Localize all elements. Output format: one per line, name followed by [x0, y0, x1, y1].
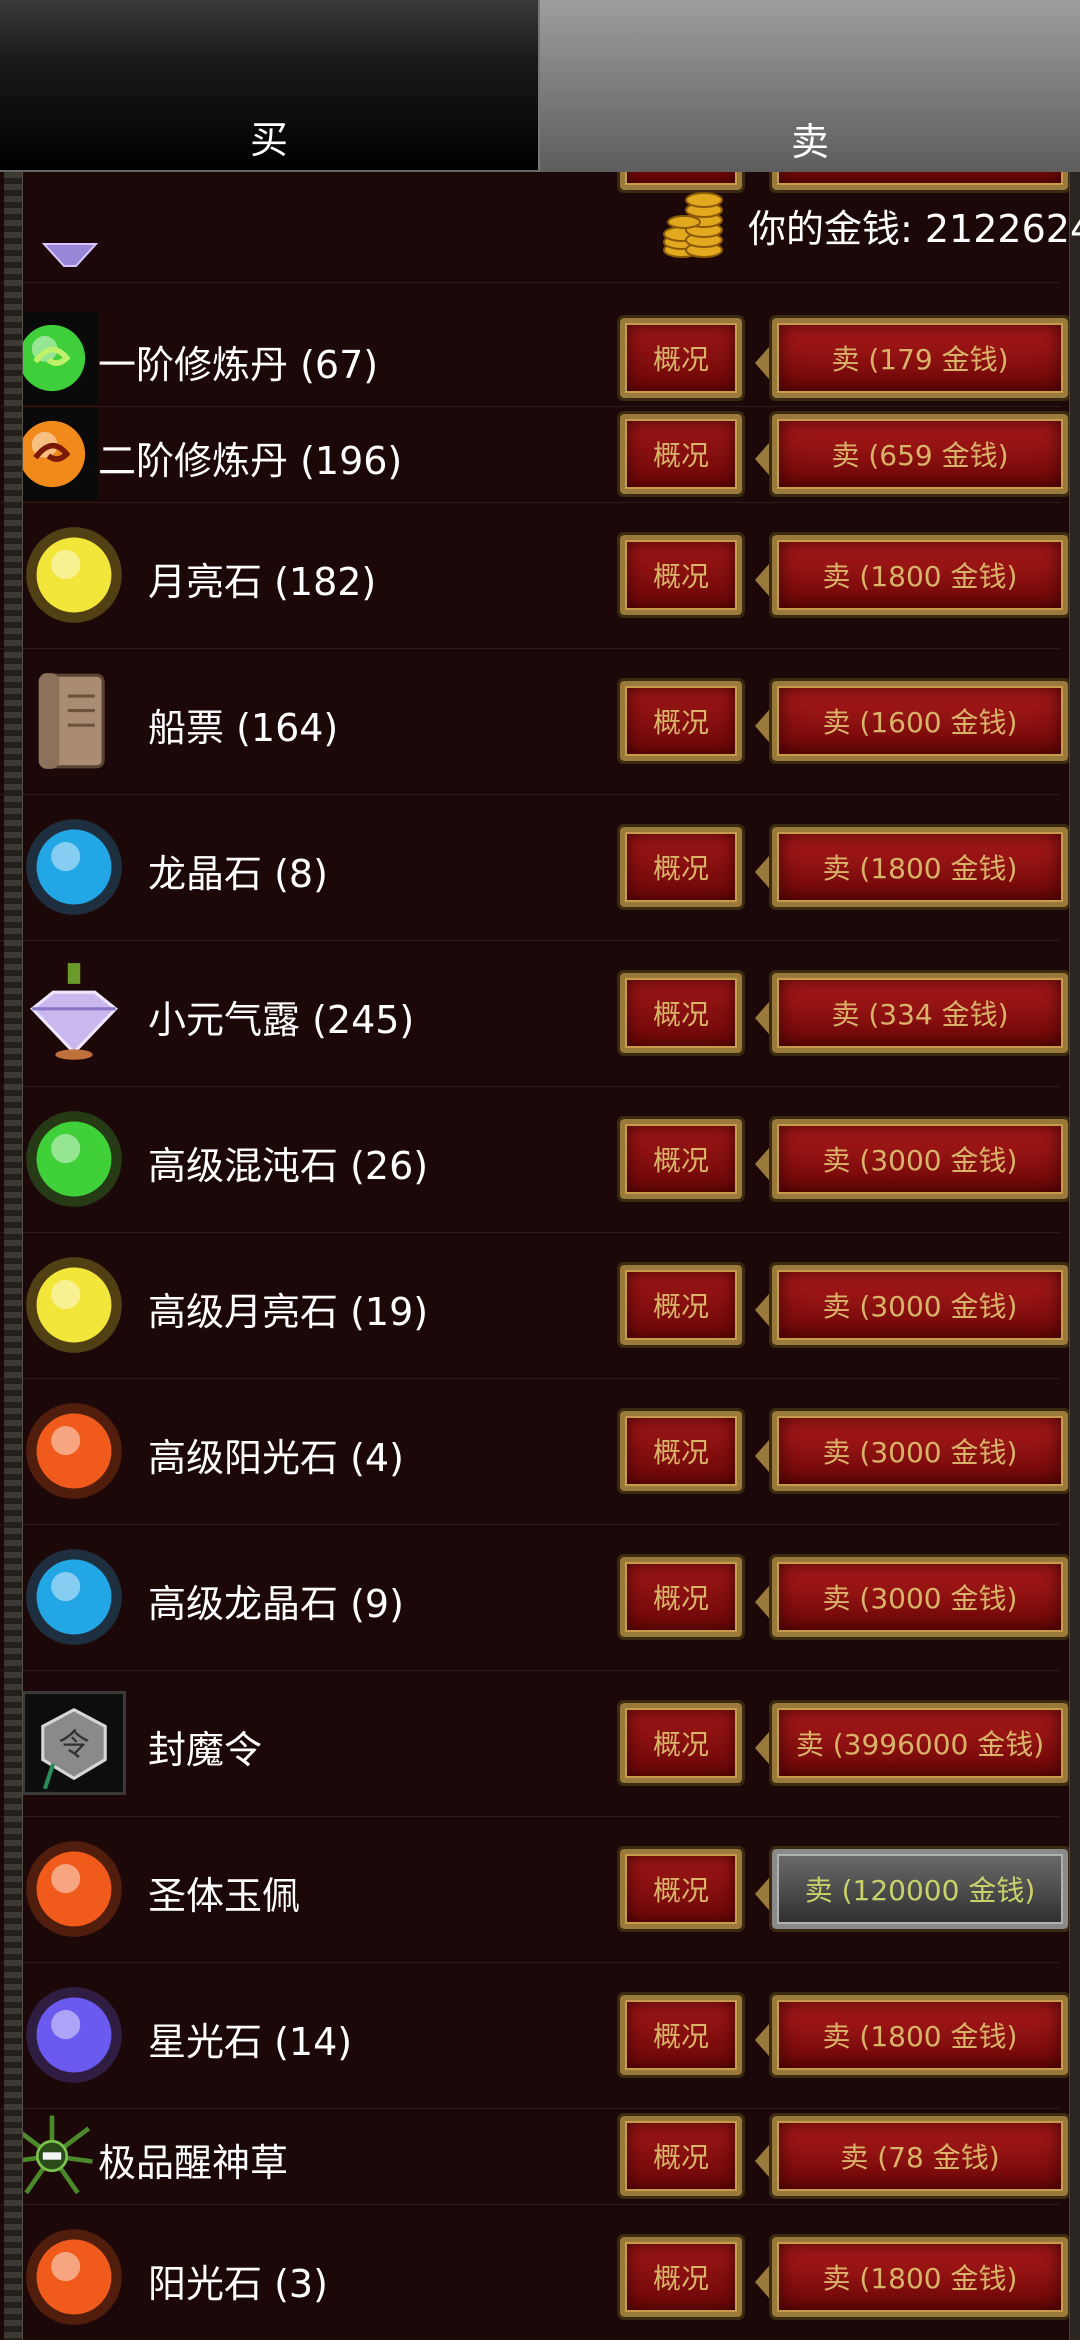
info-button[interactable]: 概况: [617, 1700, 745, 1786]
item-name: 船票 (164): [148, 706, 339, 750]
list-item: 高级月亮石 (19) 概况卖 (3000 金钱): [0, 1232, 1080, 1379]
info-button[interactable]: 概况: [617, 1846, 745, 1932]
sell-button[interactable]: 卖 (1800 金钱): [755, 824, 1080, 910]
list-item: 星光石 (14) 概况卖 (1800 金钱): [0, 1962, 1080, 2109]
tab-buy-label: 买: [249, 118, 288, 162]
info-button[interactable]: 概况: [617, 2234, 745, 2320]
chaos-stone-icon: [26, 1111, 122, 1207]
item-name: 月亮石 (182): [148, 560, 377, 604]
item-name: 圣体玉佩: [148, 1874, 301, 1918]
sunstone-icon: [26, 1403, 122, 1499]
tab-sell-label: 卖: [790, 120, 829, 164]
list-item: 高级阳光石 (4) 概况卖 (3000 金钱): [0, 1378, 1080, 1525]
sell-button[interactable]: 卖 (1600 金钱): [755, 678, 1080, 764]
jade-pendant-icon: [26, 1841, 122, 1937]
sell-button[interactable]: 卖 (179 金钱): [755, 315, 1080, 401]
tab-bar: 买 卖: [0, 0, 1080, 172]
sell-button[interactable]: 卖 (1800 金钱): [755, 532, 1080, 618]
sell-button[interactable]: 卖 (334 金钱): [755, 970, 1080, 1056]
item-name: 极品醒神草: [98, 2141, 289, 2185]
info-button[interactable]: 概况: [617, 1408, 745, 1494]
item-name: 高级混沌石 (26): [148, 1144, 429, 1188]
list-item: 小元气露 (245) 概况卖 (334 金钱): [0, 940, 1080, 1087]
list-item: 高级混沌石 (26) 概况卖 (3000 金钱): [0, 1086, 1080, 1233]
money-amount: 你的金钱: 2122624: [748, 207, 1080, 251]
item-list[interactable]: 一阶修炼丹 (67) 概况卖 (179 金钱) 二阶修炼丹 (196) 概况卖 (6…: [0, 172, 1080, 2340]
list-item: 阳光石 (3) 概况卖 (1800 金钱): [0, 2204, 1080, 2340]
info-button[interactable]: 概况: [617, 678, 745, 764]
item-name: 阳光石 (3): [148, 2262, 328, 2306]
info-button[interactable]: 概况: [617, 2113, 745, 2199]
sell-button[interactable]: 卖 (1800 金钱): [755, 2234, 1080, 2320]
list-item: 船票 (164) 概况卖 (1600 金钱): [0, 648, 1080, 795]
info-button[interactable]: 概况: [617, 970, 745, 1056]
left-frame: [4, 172, 23, 2340]
info-button[interactable]: 概况: [617, 1992, 745, 2078]
info-button[interactable]: 概况: [617, 824, 745, 910]
sunstone-icon: [26, 2229, 122, 2325]
item-name: 星光石 (14): [148, 2020, 353, 2064]
list-item: 一阶修炼丹 (67) 概况卖 (179 金钱): [0, 310, 1080, 407]
item-name: 二阶修炼丹 (196): [98, 439, 403, 483]
info-button[interactable]: 概况: [617, 411, 745, 497]
info-button[interactable]: 概况: [617, 532, 745, 618]
item-name: 一阶修炼丹 (67): [98, 343, 379, 387]
list-item: 二阶修炼丹 (196) 概况卖 (659 金钱): [0, 406, 1080, 503]
sell-button[interactable]: 卖 (3000 金钱): [755, 1554, 1080, 1640]
list-item: 圣体玉佩 概况卖 (120000 金钱): [0, 1816, 1080, 1963]
item-name: 高级阳光石 (4): [148, 1436, 404, 1480]
dragon-crystal-icon: [26, 1549, 122, 1645]
sell-button[interactable]: 卖 (3996000 金钱): [755, 1700, 1080, 1786]
sell-button[interactable]: 卖 (3000 金钱): [755, 1116, 1080, 1202]
sell-button[interactable]: 卖 (78 金钱): [755, 2113, 1080, 2199]
item-name: 高级月亮石 (19): [148, 1290, 429, 1334]
info-button[interactable]: 概况: [617, 1116, 745, 1202]
sell-button[interactable]: 卖 (3000 金钱): [755, 1262, 1080, 1348]
moonstone-icon: [26, 1257, 122, 1353]
item-name: 小元气露 (245): [148, 998, 415, 1042]
sell-button[interactable]: 卖 (659 金钱): [755, 411, 1080, 497]
sell-button[interactable]: 卖 (3000 金钱): [755, 1408, 1080, 1494]
money-display: 你的金钱: 2122624: [0, 172, 1080, 282]
list-item: 高级龙晶石 (9) 概况卖 (3000 金钱): [0, 1524, 1080, 1671]
list-item: 令 封魔令 概况卖 (3996000 金钱): [0, 1670, 1080, 1817]
item-name: 高级龙晶石 (9): [148, 1582, 404, 1626]
seal-token-icon: 令: [22, 1691, 126, 1795]
dragon-crystal-icon: [26, 819, 122, 915]
gold-coins-icon: [663, 192, 723, 258]
scroll-ticket-icon: [38, 673, 105, 769]
list-item: 龙晶石 (8) 概况卖 (1800 金钱): [0, 794, 1080, 941]
diamond-potion-icon: [30, 963, 118, 1060]
starlight-stone-icon: [26, 1987, 122, 2083]
item-name: 封魔令: [148, 1728, 263, 1772]
sell-button[interactable]: 卖 (1800 金钱): [755, 1992, 1080, 2078]
info-button[interactable]: 概况: [617, 315, 745, 401]
moonstone-icon: [26, 527, 122, 623]
sell-button[interactable]: 卖 (120000 金钱): [755, 1846, 1080, 1932]
tab-buy[interactable]: 买: [0, 0, 540, 172]
info-button[interactable]: 概况: [617, 1554, 745, 1640]
svg-text:令: 令: [58, 1727, 89, 1763]
tab-sell[interactable]: 卖: [540, 0, 1080, 172]
info-button[interactable]: 概况: [617, 1262, 745, 1348]
item-name: 龙晶石 (8): [148, 852, 328, 896]
list-item: 月亮石 (182) 概况卖 (1800 金钱): [0, 502, 1080, 649]
list-item: 极品醒神草 概况卖 (78 金钱): [0, 2108, 1080, 2205]
right-frame: [1069, 172, 1080, 2340]
